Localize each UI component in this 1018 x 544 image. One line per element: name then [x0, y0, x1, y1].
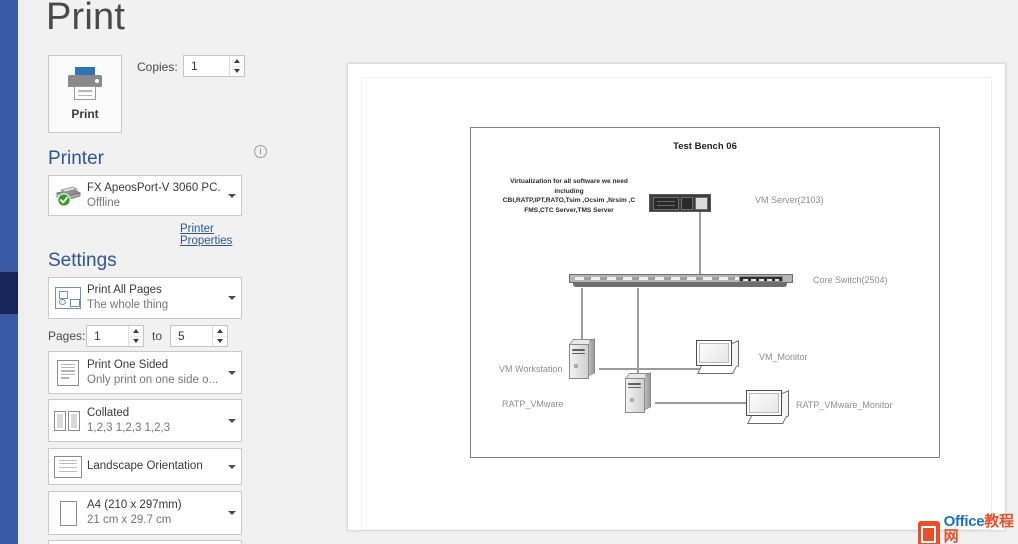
- label-vm-monitor: VM_Monitor: [759, 352, 808, 362]
- watermark-brand: Office教程网: [943, 513, 1014, 544]
- pages-to-stepper[interactable]: 5: [170, 325, 228, 347]
- chevron-down-icon[interactable]: [223, 418, 241, 423]
- print-preview-pane: Test Bench 06 Virtualization for all sof…: [270, 0, 1018, 544]
- copies-label: Copies:: [137, 60, 178, 74]
- pages-to-increment[interactable]: [213, 326, 227, 337]
- copies-value[interactable]: 1: [184, 59, 229, 73]
- pages-to-label: to: [152, 329, 163, 343]
- pages-to-decrement[interactable]: [213, 337, 227, 347]
- setting-paper-size-title: A4 (210 x 297mm): [87, 499, 182, 511]
- tower-server-icon-ratp-vmware: [625, 372, 651, 413]
- setting-print-range-title: Print All Pages: [87, 284, 162, 296]
- setting-print-range-subtitle: The whole thing: [87, 299, 169, 311]
- settings-section-heading: Settings: [48, 250, 117, 271]
- setting-collation[interactable]: Collated 1,2,3 1,2,3 1,2,3: [48, 399, 242, 442]
- setting-paper-size-subtitle: 21 cm x 29.7 cm: [87, 514, 172, 526]
- print-backstage-screen: Print Print Copies: 1 Printer i FX Apeos…: [0, 0, 1018, 544]
- diagram-annotation: Virtualization for all software we need …: [479, 177, 659, 215]
- pages-from-increment[interactable]: [129, 326, 143, 337]
- setting-sided[interactable]: Print One Sided Only print on one side o…: [48, 351, 242, 394]
- office-logo-icon: [918, 521, 940, 544]
- printer-device-icon: [49, 176, 87, 215]
- printer-section-heading: Printer: [48, 148, 104, 169]
- copies-decrement[interactable]: [230, 67, 244, 77]
- pages-from-arrows[interactable]: [128, 326, 143, 346]
- chevron-down-icon[interactable]: [223, 193, 241, 198]
- network-switch-icon: [569, 274, 793, 287]
- print-settings-pane: Print Print Copies: 1 Printer i FX Apeos…: [24, 0, 289, 544]
- link-vmserver-coreswitch: [699, 212, 701, 276]
- annotation-line-3: CBI,RATP,IPT,RATO,Tsim ,Ocsim ,Nrsim ,C: [502, 197, 636, 205]
- label-vm-workstation: VM Workstation: [499, 364, 563, 374]
- collated-icon: [49, 400, 87, 441]
- setting-sided-title: Print One Sided: [87, 358, 169, 371]
- print-button-label: Print: [71, 107, 99, 121]
- pages-to-value[interactable]: 5: [171, 329, 212, 343]
- copies-stepper-arrows[interactable]: [229, 56, 244, 76]
- rack-server-icon: [649, 194, 711, 212]
- setting-sided-subtitle: Only print on one side o...: [87, 373, 219, 386]
- monitor-icon-ratp-vmware-monitor: [746, 390, 790, 426]
- watermark: Office教程网 www.office26.com: [918, 514, 1018, 544]
- label-ratp-vmware-monitor: RATP_VMware_Monitor: [796, 400, 893, 410]
- page-title: Print: [46, 0, 126, 38]
- label-ratp-vmware: RATP_VMware: [502, 399, 564, 409]
- setting-collation-subtitle: 1,2,3 1,2,3 1,2,3: [87, 421, 171, 434]
- link-ratpvmware-ratpmonitor: [655, 402, 751, 404]
- copies-increment[interactable]: [230, 56, 244, 67]
- pages-to-arrows[interactable]: [212, 326, 227, 346]
- print-all-pages-icon: [49, 278, 87, 318]
- monitor-icon-vm-monitor: [696, 340, 740, 376]
- annotation-line-1: Virtualization for all software we need: [510, 178, 628, 185]
- network-diagram: Test Bench 06 Virtualization for all sof…: [470, 127, 940, 458]
- printer-name: FX ApeosPort-V 3060 PC...: [87, 181, 221, 194]
- pages-from-value[interactable]: 1: [87, 329, 128, 343]
- preview-page[interactable]: Test Bench 06 Virtualization for all sof…: [347, 63, 1006, 531]
- pages-from-stepper[interactable]: 1: [86, 325, 144, 347]
- copies-stepper[interactable]: 1: [183, 55, 245, 77]
- annotation-line-2: including: [554, 187, 584, 195]
- label-vm-server: VM Server(2103): [755, 195, 824, 205]
- tower-server-icon-vm-workstation: [569, 338, 595, 379]
- setting-orientation-title: Landscape Orientation: [87, 460, 203, 472]
- chevron-down-icon[interactable]: [223, 370, 241, 375]
- label-core-switch: Core Switch(2504): [813, 275, 888, 285]
- orientation-icon: [49, 449, 87, 484]
- printer-status: Offline: [87, 196, 121, 209]
- window-left-accent-strip: [0, 0, 18, 544]
- pages-label: Pages:: [48, 329, 86, 343]
- pages-from-decrement[interactable]: [129, 337, 143, 347]
- chevron-down-icon[interactable]: [223, 296, 241, 300]
- setting-orientation[interactable]: Landscape Orientation: [48, 448, 242, 485]
- info-icon[interactable]: i: [254, 145, 267, 158]
- chevron-down-icon[interactable]: [223, 511, 241, 515]
- paper-size-icon: [49, 492, 87, 534]
- printer-properties-link[interactable]: Printer Properties: [180, 223, 269, 247]
- diagram-title: Test Bench 06: [673, 141, 737, 152]
- left-strip-notch: [0, 272, 18, 314]
- setting-collation-title: Collated: [87, 406, 130, 419]
- setting-margins[interactable]: [48, 540, 242, 544]
- annotation-line-4: FMS,CTC Server,TMS Server: [524, 206, 614, 214]
- chevron-down-icon[interactable]: [223, 464, 241, 469]
- one-sided-icon: [49, 352, 87, 393]
- print-button[interactable]: Print: [48, 55, 122, 133]
- printer-icon: [65, 67, 105, 101]
- setting-print-range[interactable]: Print All Pages The whole thing: [48, 277, 242, 319]
- setting-paper-size[interactable]: A4 (210 x 297mm) 21 cm x 29.7 cm: [48, 491, 242, 535]
- printer-selector[interactable]: FX ApeosPort-V 3060 PC... Offline: [48, 175, 242, 216]
